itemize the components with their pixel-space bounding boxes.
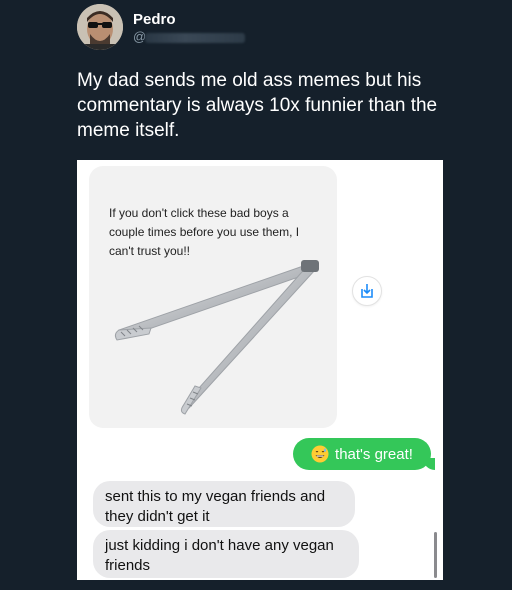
meme-image-bubble[interactable]: If you don't click these bad boys a coup… <box>89 166 337 428</box>
author-handle[interactable]: @ <box>133 29 333 45</box>
avatar-photo <box>77 4 123 50</box>
received-message-text: sent this to my vegan friends and they d… <box>105 488 326 525</box>
received-message-text: just kidding i don't have any vegan frie… <box>105 537 334 574</box>
save-icon[interactable] <box>352 276 382 306</box>
sent-message-text: that's great! <box>335 445 413 463</box>
tongs-image <box>114 260 319 415</box>
scroll-indicator[interactable] <box>434 532 437 578</box>
tweet-header: Pedro @ <box>77 4 497 50</box>
meme-caption: If you don't click these bad boys a coup… <box>109 206 300 258</box>
received-message-bubble: sent this to my vegan friends and they d… <box>93 481 355 527</box>
author-name[interactable]: Pedro <box>133 11 176 28</box>
download-arrow-icon <box>361 284 373 298</box>
received-message-bubble: just kidding i don't have any vegan frie… <box>93 530 359 578</box>
avatar[interactable] <box>77 4 123 50</box>
grinning-sweat-face-icon <box>311 445 329 463</box>
tweet-image[interactable]: If you don't click these bad boys a coup… <box>77 160 443 580</box>
sent-message-bubble: that's great! <box>293 438 435 470</box>
blurred-handle <box>145 33 245 43</box>
tweet-text: My dad sends me old ass memes but his co… <box>77 70 438 141</box>
bubble-tail <box>423 458 435 470</box>
